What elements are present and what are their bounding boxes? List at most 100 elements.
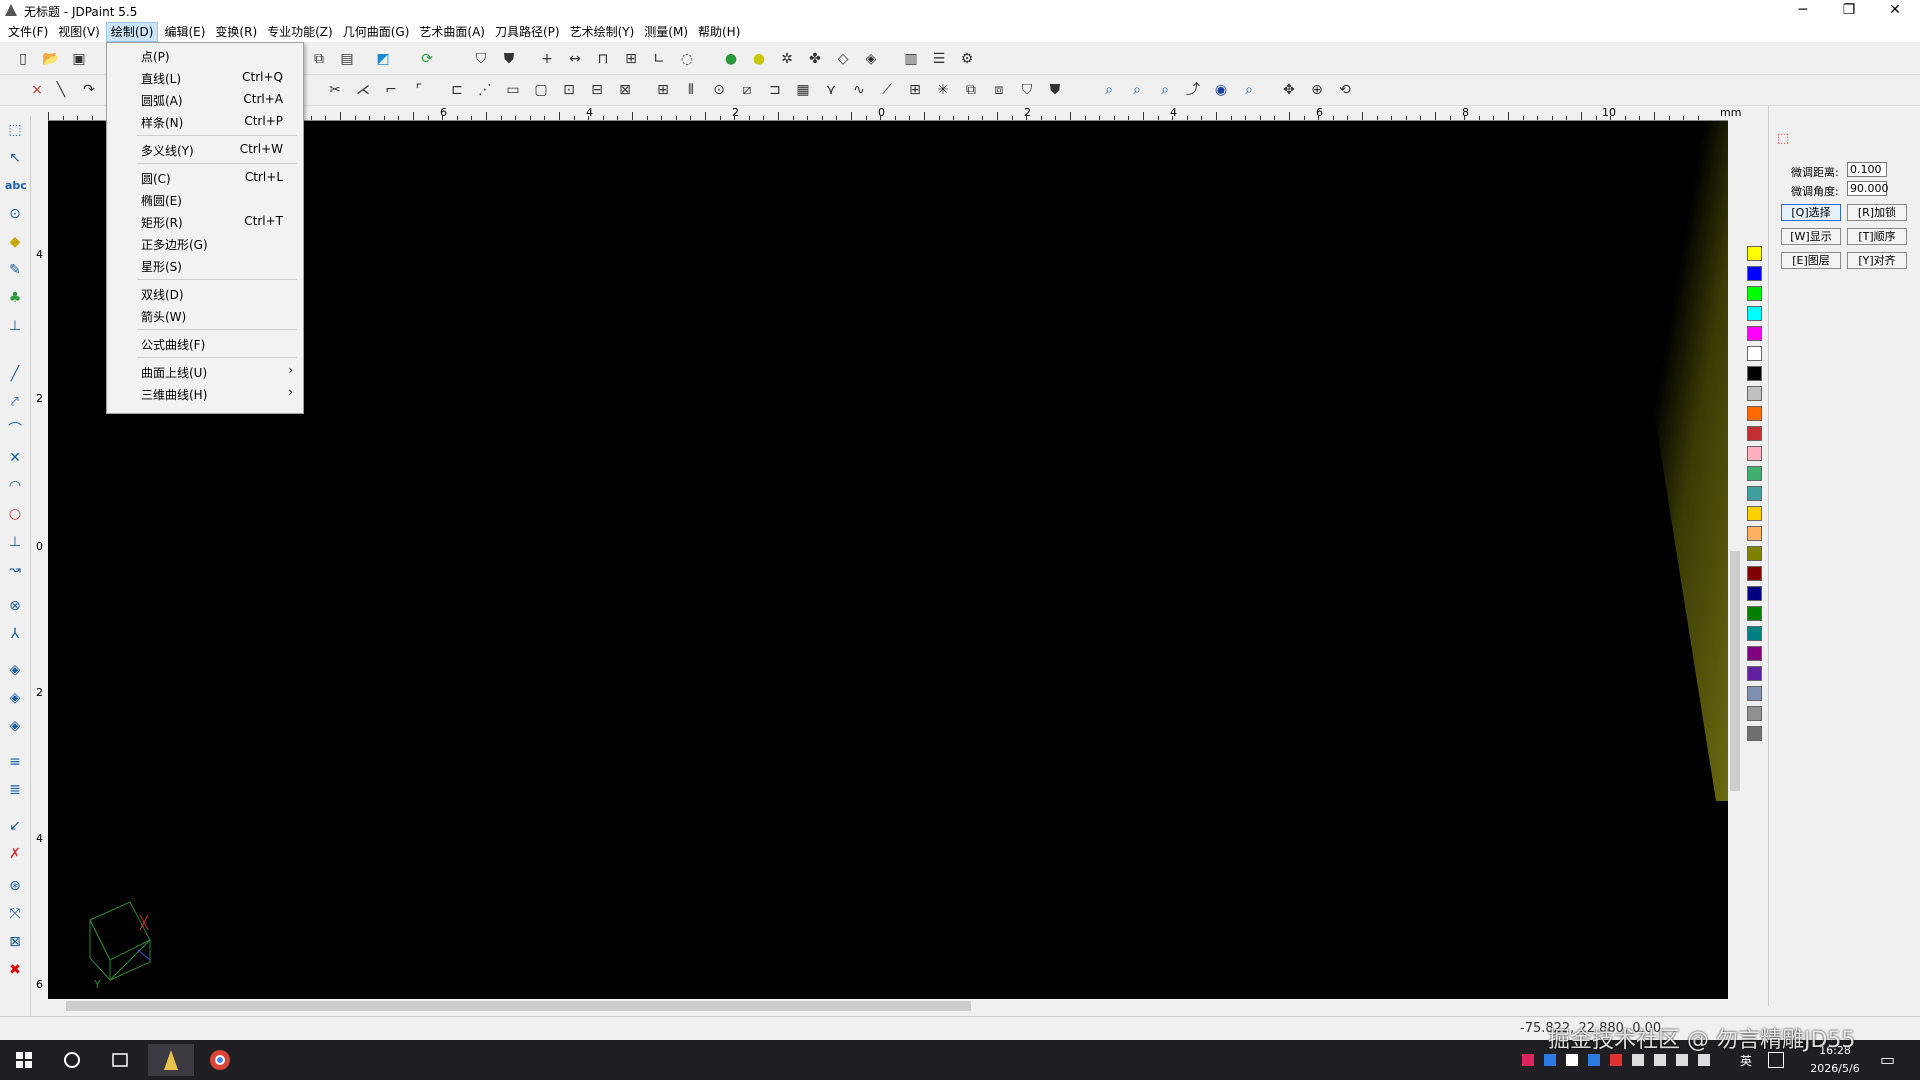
restore-button[interactable]: ❐ xyxy=(1826,0,1872,22)
color-swatch[interactable] xyxy=(1747,266,1762,281)
join-icon[interactable]: ⋰ xyxy=(476,81,494,99)
bulb-yellow-icon[interactable]: ● xyxy=(750,50,768,68)
color-swatch[interactable] xyxy=(1747,486,1762,501)
matrix-icon[interactable]: ⊞ xyxy=(906,81,924,99)
menu-item-surface-line[interactable]: 曲面上线(U) › xyxy=(107,361,303,381)
color-swatch[interactable] xyxy=(1747,686,1762,701)
color-swatch[interactable] xyxy=(1747,286,1762,301)
text-abc-icon[interactable]: abc xyxy=(5,176,27,196)
fillet-icon[interactable]: ⌐ xyxy=(382,81,400,99)
bulb-green-icon[interactable]: ● xyxy=(722,50,740,68)
draw-line-icon[interactable]: ╱ xyxy=(5,364,25,384)
color-swatch[interactable] xyxy=(1747,626,1762,641)
pick-a-icon[interactable]: ↙ xyxy=(5,816,25,836)
menu-toolpath[interactable]: 刀具路径(P) xyxy=(491,22,564,42)
pen-icon[interactable]: ✎ xyxy=(5,260,25,280)
mirror-icon[interactable]: ⫴ xyxy=(682,81,700,99)
close-button[interactable]: ✕ xyxy=(1872,0,1918,22)
list-icon[interactable]: ☰ xyxy=(930,50,948,68)
perpendicular-icon[interactable]: ⊥ xyxy=(5,532,25,552)
menu-item-star[interactable]: 星形(S) xyxy=(107,255,303,275)
measure-icon[interactable]: ⊥ xyxy=(5,316,25,336)
menu-item-circle[interactable]: 圆(C) Ctrl+L xyxy=(107,167,303,187)
horizontal-scroll-thumb[interactable] xyxy=(66,1001,971,1011)
ime-indicator[interactable]: 英 xyxy=(1740,1052,1752,1069)
search-circle-icon[interactable] xyxy=(52,1044,92,1076)
dimension-icon[interactable]: ↔ xyxy=(566,50,584,68)
menu-item-arrow[interactable]: 箭头(W) xyxy=(107,305,303,325)
start-windows-icon[interactable] xyxy=(4,1044,44,1076)
fine-angle-input[interactable]: 90.000 xyxy=(1847,181,1889,196)
tool-g-icon[interactable]: ⊠ xyxy=(5,932,25,952)
menu-file[interactable]: 文件(F) xyxy=(4,22,52,42)
menu-item-formula-curve[interactable]: 公式曲线(F) xyxy=(107,333,303,353)
color-fill-icon[interactable]: ◩ xyxy=(374,50,392,68)
menu-item-ellipse[interactable]: 椭圆(E) xyxy=(107,189,303,209)
delete-icon[interactable]: ✖ xyxy=(5,960,25,980)
grid-icon[interactable]: ▦ xyxy=(794,81,812,99)
step-icon[interactable]: ⊓ xyxy=(594,50,612,68)
clock-date[interactable]: 2026/5/6 xyxy=(1800,1062,1870,1075)
slot-icon[interactable]: ▭ xyxy=(504,81,522,99)
new-file-icon[interactable]: ▯ xyxy=(14,50,32,68)
settings-icon[interactable]: ⚙ xyxy=(958,50,976,68)
menu-professional[interactable]: 专业功能(Z) xyxy=(263,22,337,42)
panel-select-icon[interactable]: ⬚ xyxy=(1777,132,1791,146)
pan-icon[interactable]: ✥ xyxy=(1280,81,1298,99)
color-swatch[interactable] xyxy=(1747,666,1762,681)
node-edit-icon[interactable]: ⊗ xyxy=(5,596,25,616)
jdpaint-task-icon[interactable] xyxy=(148,1044,194,1076)
curve-icon[interactable]: ⋎ xyxy=(822,81,840,99)
color-swatch[interactable] xyxy=(1747,646,1762,661)
menu-geometry-surface[interactable]: 几何曲面(G) xyxy=(339,22,414,42)
menu-item-polyline[interactable]: 多义线(Y) Ctrl+W xyxy=(107,139,303,159)
menu-measure[interactable]: 测量(M) xyxy=(640,22,692,42)
layer-a-icon[interactable]: ≡ xyxy=(5,752,25,772)
array-icon[interactable]: ⊞ xyxy=(654,81,672,99)
minimize-button[interactable]: ─ xyxy=(1780,0,1826,22)
extend-icon[interactable]: ⋌ xyxy=(354,81,372,99)
color-swatch[interactable] xyxy=(1747,566,1762,581)
select-pointer-icon[interactable]: ↖ xyxy=(5,148,25,168)
tool-b-icon[interactable]: ✤ xyxy=(806,50,824,68)
scale-icon[interactable]: ⊙ xyxy=(710,81,728,99)
transform-icon[interactable]: ⊙ xyxy=(5,204,25,224)
menu-item-double-line[interactable]: 双线(D) xyxy=(107,283,303,303)
vertical-scroll-thumb[interactable] xyxy=(1730,551,1740,791)
fine-distance-input[interactable]: 0.100 xyxy=(1847,162,1887,177)
color-swatch[interactable] xyxy=(1747,406,1762,421)
delete-small-icon[interactable]: × xyxy=(28,81,46,99)
order-button[interactable]: [T]顺序 xyxy=(1847,228,1907,245)
ungroup-icon[interactable]: ⧈ xyxy=(990,81,1008,99)
system-tray-icons[interactable] xyxy=(1520,1052,1730,1068)
menu-edit[interactable]: 编辑(E) xyxy=(160,22,209,42)
color-swatch[interactable] xyxy=(1747,726,1762,741)
color-swatch[interactable] xyxy=(1747,366,1762,381)
offset-icon[interactable]: ⊏ xyxy=(448,81,466,99)
align-icon[interactable]: ⊐ xyxy=(766,81,784,99)
menu-help[interactable]: 帮助(H) xyxy=(694,22,744,42)
explode-icon[interactable]: ✳ xyxy=(934,81,952,99)
fill-icon[interactable]: ◆ xyxy=(5,232,25,252)
tool-e-icon[interactable]: ⊛ xyxy=(5,876,25,896)
zoom-out-icon[interactable]: ⌕ xyxy=(1156,81,1174,99)
axis-tool-icon[interactable]: ⅄ xyxy=(5,624,25,644)
select-button[interactable]: [Q]选择 xyxy=(1781,204,1841,221)
menu-item-spline[interactable]: 样条(N) Ctrl+P xyxy=(107,111,303,131)
chamfer-icon[interactable]: ⌜ xyxy=(410,81,428,99)
frame-icon[interactable]: ⊞ xyxy=(622,50,640,68)
skew-icon[interactable]: ⧄ xyxy=(738,81,756,99)
menu-item-line[interactable]: 直线(L) Ctrl+Q xyxy=(107,67,303,87)
zoom-all-icon[interactable]: ⌕ xyxy=(1240,81,1258,99)
tool-c-icon[interactable]: ◇ xyxy=(834,50,852,68)
tool-f-icon[interactable]: ⤧ xyxy=(5,904,25,924)
horizontal-scrollbar[interactable] xyxy=(48,999,1728,1013)
tool-d-icon[interactable]: ◈ xyxy=(862,50,880,68)
circle-icon[interactable]: ○ xyxy=(5,504,25,524)
zoom-in-icon[interactable]: ⌕ xyxy=(1128,81,1146,99)
shield-outline-icon[interactable]: ⛉ xyxy=(1018,81,1036,99)
menu-item-point[interactable]: 点(P) xyxy=(107,45,303,65)
color-swatch[interactable] xyxy=(1747,446,1762,461)
color-swatch[interactable] xyxy=(1747,466,1762,481)
line-icon[interactable]: ╲ xyxy=(52,81,70,99)
